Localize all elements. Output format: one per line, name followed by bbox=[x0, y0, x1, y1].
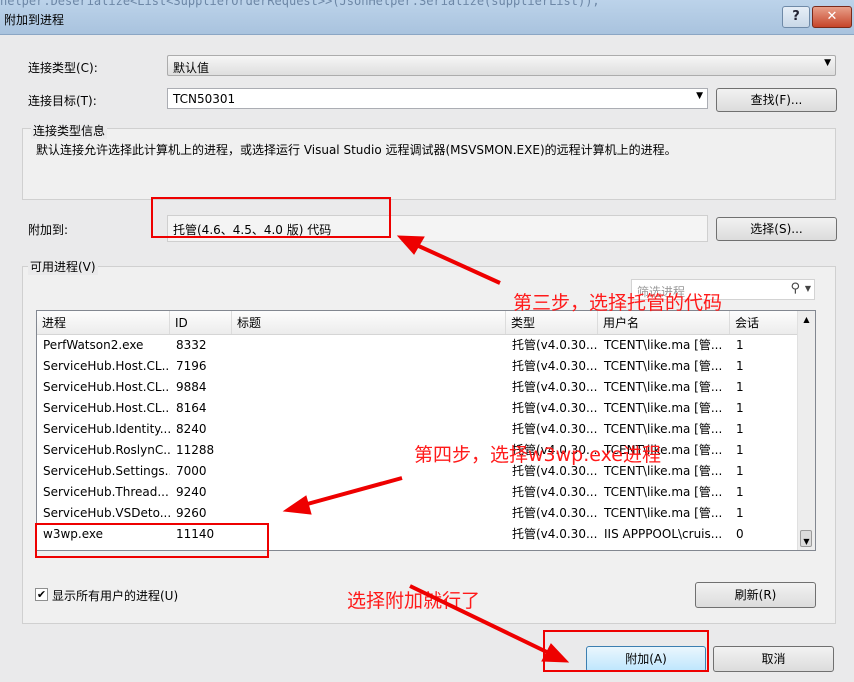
annotation-arrowhead-step5 bbox=[541, 643, 570, 663]
annotation-arrowhead-step4 bbox=[282, 495, 312, 515]
annotation-arrow-step5 bbox=[409, 584, 554, 657]
annotation-arrow-step3 bbox=[411, 241, 501, 285]
annotation-arrow-step4 bbox=[299, 476, 403, 508]
annotation-arrows bbox=[282, 235, 570, 663]
